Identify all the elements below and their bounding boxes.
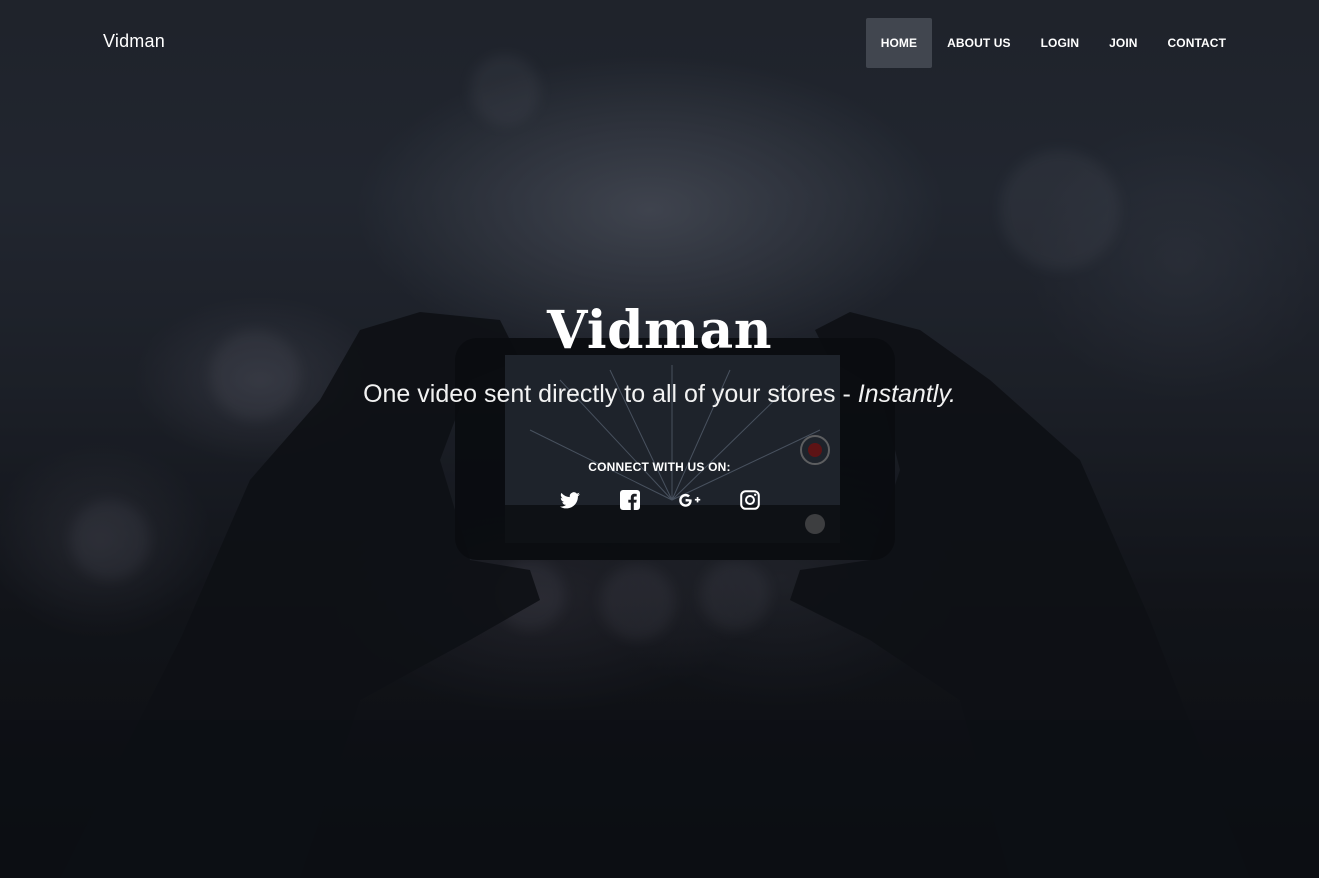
nav-menu: HOME ABOUT US LOGIN JOIN CONTACT xyxy=(865,18,1241,68)
hero-section: Vidman One video sent directly to all of… xyxy=(0,296,1319,512)
hero-title: Vidman xyxy=(546,300,773,361)
google-plus-icon[interactable] xyxy=(678,488,702,512)
hero-tagline-text: One video sent directly to all of your s… xyxy=(363,380,858,408)
page: Vidman HOME ABOUT US LOGIN JOIN CONTACT … xyxy=(0,0,1319,878)
instagram-icon[interactable] xyxy=(738,488,762,512)
nav-item-join[interactable]: JOIN xyxy=(1094,18,1152,68)
connect-label: CONNECT WITH US ON: xyxy=(588,460,731,474)
twitter-icon[interactable] xyxy=(558,488,582,512)
nav-item-contact[interactable]: CONTACT xyxy=(1153,18,1241,68)
navbar: Vidman HOME ABOUT US LOGIN JOIN CONTACT xyxy=(0,0,1319,86)
nav-item-home[interactable]: HOME xyxy=(865,18,933,68)
hero-tagline: One video sent directly to all of your s… xyxy=(0,378,1319,410)
nav-item-login[interactable]: LOGIN xyxy=(1026,18,1095,68)
hero-tagline-emphasis: Instantly. xyxy=(857,380,956,408)
social-links xyxy=(0,488,1319,512)
brand-logo-link[interactable]: Vidman xyxy=(103,31,165,52)
facebook-icon[interactable] xyxy=(618,488,642,512)
nav-item-about-us[interactable]: ABOUT US xyxy=(932,18,1025,68)
